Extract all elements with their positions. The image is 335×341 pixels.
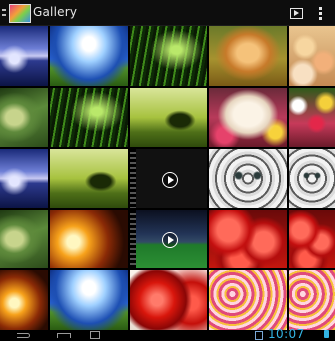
play-icon [161, 171, 178, 188]
photo-snow-leopard[interactable] [289, 149, 335, 208]
photo-tree[interactable] [130, 88, 207, 147]
photo-roses[interactable] [289, 270, 335, 330]
video-thumbnail[interactable] [130, 149, 207, 208]
photo-grass[interactable] [50, 88, 128, 147]
photo-grass[interactable] [130, 26, 207, 86]
photo-sky-field[interactable] [50, 26, 128, 86]
photo-eggs[interactable] [289, 26, 335, 86]
video-thumbnail-stadium[interactable] [130, 210, 207, 268]
filmstrip-icon [130, 210, 136, 268]
play-icon [161, 232, 178, 248]
photo-tomatoes[interactable] [209, 210, 287, 268]
battery-icon [324, 330, 329, 338]
photo-kitten[interactable] [209, 26, 287, 86]
photo-apples[interactable] [130, 270, 207, 330]
action-bar: Gallery [0, 0, 335, 26]
gallery-app-icon[interactable] [9, 4, 31, 23]
photo-dog[interactable] [209, 88, 287, 147]
up-caret-icon[interactable] [2, 8, 6, 18]
page-title: Gallery [33, 5, 78, 19]
home-icon[interactable] [56, 331, 71, 338]
photo-flowers[interactable] [289, 88, 335, 147]
photo-sky-field[interactable] [50, 270, 128, 330]
photo-sunburst[interactable] [50, 210, 128, 268]
system-navigation-bar: 10:07 [0, 327, 335, 341]
slideshow-icon[interactable] [290, 8, 303, 19]
back-icon[interactable] [17, 331, 31, 338]
photo-leaf[interactable] [0, 88, 48, 147]
photo-leaf[interactable] [0, 210, 48, 268]
photo-sunburst[interactable] [0, 270, 48, 330]
filmstrip-icon [130, 149, 136, 208]
photo-lake[interactable] [0, 149, 48, 208]
overflow-menu-icon[interactable] [319, 7, 322, 20]
photo-tree[interactable] [50, 149, 128, 208]
photo-snow-leopard[interactable] [209, 149, 287, 208]
photo-tomatoes[interactable] [289, 210, 335, 268]
photo-roses[interactable] [209, 270, 287, 330]
recent-apps-icon[interactable] [88, 331, 100, 339]
photo-lake[interactable] [0, 26, 48, 86]
photo-grid [0, 26, 335, 330]
